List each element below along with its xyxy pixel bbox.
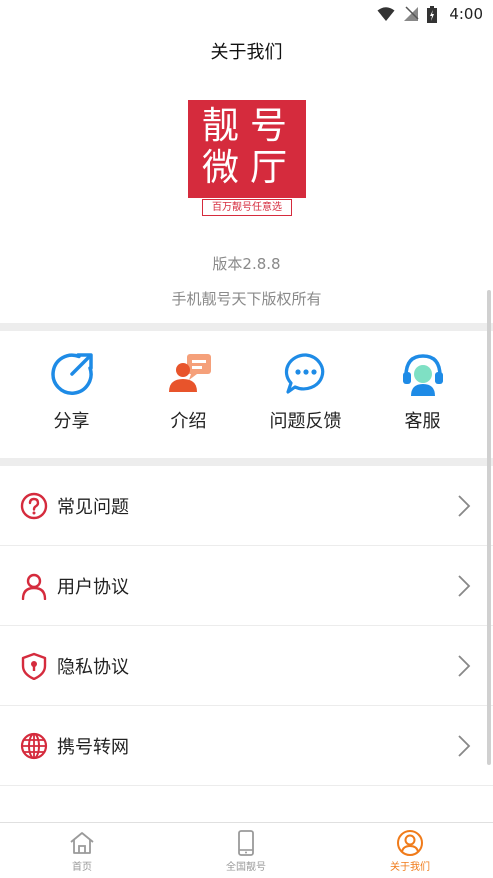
tab-home[interactable]: 首页 bbox=[0, 823, 164, 878]
profile-icon bbox=[397, 830, 423, 856]
chevron-right-icon bbox=[458, 655, 471, 677]
menu-item-label: 常见问题 bbox=[57, 496, 129, 518]
tab-national-numbers[interactable]: 全国靓号 bbox=[164, 823, 328, 878]
quick-actions: 分享 介绍 问题反馈 客服 bbox=[0, 333, 493, 458]
tab-about-us[interactable]: 关于我们 bbox=[328, 823, 492, 878]
customer-service-label: 客服 bbox=[404, 411, 441, 432]
logo-tagline: 百万靓号任意选 bbox=[202, 199, 292, 216]
tab-label: 全国靓号 bbox=[226, 862, 266, 873]
chevron-right-icon bbox=[458, 575, 471, 597]
logo-char: 微 bbox=[202, 146, 239, 189]
logo-box: 靓 号 微 厅 bbox=[188, 100, 306, 198]
introduction-button[interactable]: 介绍 bbox=[127, 333, 250, 458]
introduction-icon bbox=[168, 354, 211, 392]
bottom-tab-bar: 首页 全国靓号 关于我们 bbox=[0, 822, 493, 878]
menu-item-number-porting[interactable]: 携号转网 bbox=[0, 706, 493, 786]
home-icon bbox=[70, 832, 94, 854]
scrollbar[interactable] bbox=[487, 290, 491, 765]
section-divider bbox=[0, 323, 493, 331]
user-icon bbox=[21, 573, 47, 600]
chevron-right-icon bbox=[458, 735, 471, 757]
feedback-chat-icon bbox=[284, 353, 324, 394]
page-title: 关于我们 bbox=[210, 42, 283, 63]
introduction-label: 介绍 bbox=[170, 411, 207, 432]
status-time: 4:00 bbox=[449, 5, 483, 23]
title-bar: 关于我们 bbox=[0, 28, 493, 74]
globe-icon bbox=[20, 732, 48, 760]
share-icon bbox=[50, 353, 93, 395]
menu-item-user-agreement[interactable]: 用户协议 bbox=[0, 546, 493, 626]
status-bar: 4:00 bbox=[0, 0, 493, 28]
question-icon bbox=[20, 492, 48, 520]
menu-item-privacy[interactable]: 隐私协议 bbox=[0, 626, 493, 706]
phone-icon bbox=[238, 830, 254, 856]
app-logo: 靓 号 微 厅 百万靓号任意选 bbox=[188, 100, 306, 216]
copyright-text: 手机靓号天下版权所有 bbox=[171, 290, 322, 308]
chevron-right-icon bbox=[458, 495, 471, 517]
battery-icon bbox=[427, 5, 438, 23]
customer-service-button[interactable]: 客服 bbox=[361, 333, 484, 458]
shield-icon bbox=[21, 652, 47, 680]
logo-char: 靓 bbox=[202, 104, 239, 147]
share-label: 分享 bbox=[53, 411, 90, 432]
status-icons: 4:00 bbox=[377, 4, 483, 24]
wifi-icon bbox=[377, 7, 395, 21]
section-divider bbox=[0, 458, 493, 466]
tab-label: 首页 bbox=[72, 862, 92, 873]
logo-char: 厅 bbox=[250, 146, 287, 189]
menu-item-label: 携号转网 bbox=[57, 736, 129, 758]
share-button[interactable]: 分享 bbox=[10, 333, 133, 458]
menu-item-label: 用户协议 bbox=[57, 576, 129, 598]
menu-item-label: 隐私协议 bbox=[57, 656, 129, 678]
tab-label: 关于我们 bbox=[390, 862, 430, 873]
menu-list: 常见问题 用户协议 隐私协议 携号转网 bbox=[0, 466, 493, 786]
menu-item-faq[interactable]: 常见问题 bbox=[0, 466, 493, 546]
logo-char: 号 bbox=[250, 104, 287, 147]
version-text: 版本2.8.8 bbox=[212, 255, 281, 273]
feedback-label: 问题反馈 bbox=[269, 411, 342, 432]
cellular-signal-icon bbox=[404, 6, 419, 21]
feedback-button[interactable]: 问题反馈 bbox=[244, 333, 367, 458]
customer-service-icon bbox=[402, 354, 443, 396]
